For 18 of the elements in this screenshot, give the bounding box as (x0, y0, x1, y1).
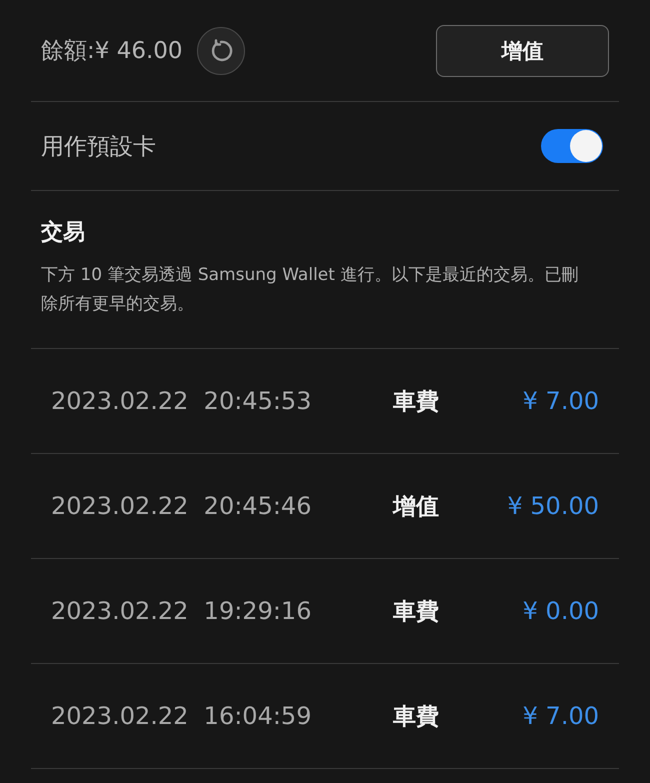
transactions-description: 下方 10 筆交易透過 Samsung Wallet 進行。以下是最近的交易。已刪除所有更早的交易。 (41, 264, 580, 316)
transaction-amount: ¥ 7.00 (522, 387, 599, 415)
transaction-type: 車費 (392, 702, 440, 732)
transaction-datetime: 2023.02.22 20:45:53 (51, 387, 312, 415)
transaction-amount: ¥ 50.00 (507, 492, 599, 520)
transaction-datetime: 2023.02.22 19:29:16 (51, 597, 312, 625)
transaction-amount: ¥ 7.00 (522, 702, 599, 730)
transaction-type: 車費 (392, 598, 440, 626)
transaction-amount: ¥ 0.00 (522, 597, 599, 625)
transaction-datetime: 2023.02.22 16:04:59 (51, 702, 312, 730)
top-up-button[interactable]: 增值 (436, 24, 609, 76)
transaction-datetime: 2023.02.22 20:45:46 (51, 492, 312, 520)
balance-text: 餘額:¥ 46.00 (40, 37, 183, 66)
default-card-label: 用作預設卡 (40, 132, 156, 162)
transaction-type: 車費 (392, 388, 440, 416)
transactions-title: 交易 (41, 218, 86, 247)
transaction-type: 增值 (391, 492, 440, 522)
default-card-toggle[interactable] (541, 129, 603, 163)
